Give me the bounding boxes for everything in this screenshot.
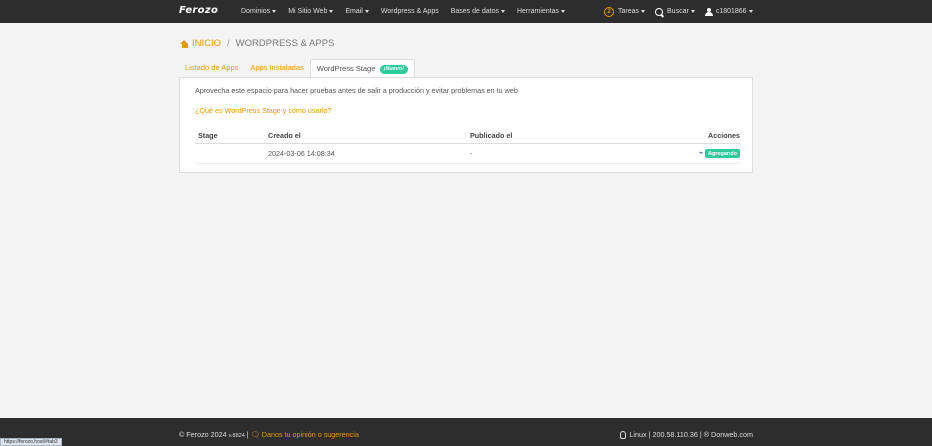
chevron-down-icon: [561, 9, 565, 13]
comments-icon: 🗨: [250, 430, 260, 439]
user-icon: [704, 7, 713, 16]
nav-dominios[interactable]: Dominios: [241, 8, 277, 15]
nav-wordpress-apps-label: Wordpress & Apps: [380, 8, 439, 15]
col-stage: Stage: [198, 130, 218, 140]
nav-email-label: Email: [345, 8, 363, 15]
home-icon: [180, 39, 189, 48]
wordpress-stage-panel: Aprovecha este espacio para hacer prueba…: [179, 77, 753, 173]
chevron-down-icon: [272, 9, 277, 13]
col-publicado-el: Publicado el: [470, 130, 513, 140]
chevron-down-icon: [641, 10, 646, 13]
main-nav: Dominios Mi Sitio Web Email Wordpress & …: [241, 0, 577, 23]
col-acciones: Acciones: [708, 130, 740, 140]
footer: © Ferozo 2024 v.8824 | 🗨 Danos tu opinió…: [0, 418, 932, 446]
help-link[interactable]: ¿Qué es WordPress Stage y cómo usarlo?: [195, 106, 332, 115]
new-badge: ¡Nuevo!: [379, 65, 408, 74]
nav-mi-sitio-web[interactable]: Mi Sitio Web: [288, 8, 334, 15]
chevron-down-icon: [748, 10, 753, 13]
tareas-menu[interactable]: 2 Tareas: [604, 6, 646, 17]
linux-icon: [620, 430, 627, 439]
nav-dominios-label: Dominios: [241, 8, 271, 15]
nav-wordpress-apps[interactable]: Wordpress & Apps: [381, 8, 439, 15]
search-label: Buscar: [667, 8, 689, 15]
table-header: Stage Creado el Publicado el Acciones: [195, 127, 740, 144]
chevron-down-icon: [329, 9, 334, 13]
status-bar-url: https://ferozo.host/#tab3: [0, 438, 62, 446]
cell-created: 2024-03-06 14:08:34: [268, 149, 335, 158]
intro-text: Aprovecha este espacio para hacer prueba…: [195, 86, 518, 95]
nav-mi-sitio-web-label: Mi Sitio Web: [288, 8, 328, 15]
status-badge: Agregando: [704, 149, 740, 158]
table-row: 2024-03-06 14:08:34 - •.• Agregando: [195, 144, 740, 164]
nav-herramientas-label: Herramientas: [516, 8, 559, 15]
breadcrumb: INICIO / WORDPRESS & APPS: [180, 38, 334, 49]
header-actions: 2 Tareas Buscar c1801866: [604, 0, 763, 23]
cell-actions: •.• Agregando: [670, 149, 740, 158]
chevron-down-icon: [500, 9, 505, 13]
server-info: Linux | 200.58.110.36 | ® Donweb.com: [629, 430, 753, 439]
breadcrumb-home[interactable]: INICIO: [180, 38, 221, 49]
user-label: c1801866: [715, 8, 747, 15]
footer-right: Linux | 200.58.110.36 | ® Donweb.com: [620, 430, 753, 439]
breadcrumb-home-label: INICIO: [192, 38, 222, 49]
ferozo-logo[interactable]: Ferozo: [179, 5, 218, 16]
user-menu[interactable]: c1801866: [704, 7, 753, 16]
tab-listado-de-apps[interactable]: Listado de Apps: [179, 59, 244, 77]
loading-spinner-icon: •.•: [699, 150, 703, 157]
chevron-down-icon: [364, 9, 369, 13]
top-navbar: Ferozo Dominios Mi Sitio Web Email Wordp…: [0, 0, 932, 23]
search-icon: [655, 7, 664, 16]
tab-wordpress-stage[interactable]: WordPress Stage ¡Nuevo!: [309, 59, 415, 78]
cell-published: -: [470, 149, 473, 158]
tab-wordpress-stage-label: WordPress Stage: [316, 64, 376, 73]
nav-bases-de-datos[interactable]: Bases de datos: [451, 8, 505, 15]
chevron-down-icon: [690, 10, 695, 13]
nav-email[interactable]: Email: [345, 8, 369, 15]
breadcrumb-separator: /: [227, 38, 230, 49]
tab-apps-instaladas[interactable]: Apps Instaladas: [244, 59, 309, 77]
copyright: © Ferozo 2024: [179, 430, 227, 439]
tareas-label: Tareas: [618, 8, 640, 15]
stage-table: Stage Creado el Publicado el Acciones 20…: [195, 127, 740, 164]
feedback-label: Danos tu opinión o sugerencia: [261, 430, 359, 439]
breadcrumb-current: WORDPRESS & APPS: [235, 38, 335, 49]
nav-herramientas[interactable]: Herramientas: [517, 8, 565, 15]
col-creado-el: Creado el: [268, 130, 301, 140]
nav-bases-de-datos-label: Bases de datos: [450, 8, 499, 15]
tareas-count-badge: 2: [604, 6, 614, 17]
footer-separator: |: [246, 430, 249, 439]
feedback-link[interactable]: 🗨 Danos tu opinión o sugerencia: [251, 430, 359, 439]
search-menu[interactable]: Buscar: [655, 7, 695, 16]
tab-bar: Listado de Apps Apps Instaladas WordPres…: [179, 59, 415, 78]
version: v.8824: [228, 433, 245, 439]
footer-left: © Ferozo 2024 v.8824 | 🗨 Danos tu opinió…: [179, 430, 359, 439]
